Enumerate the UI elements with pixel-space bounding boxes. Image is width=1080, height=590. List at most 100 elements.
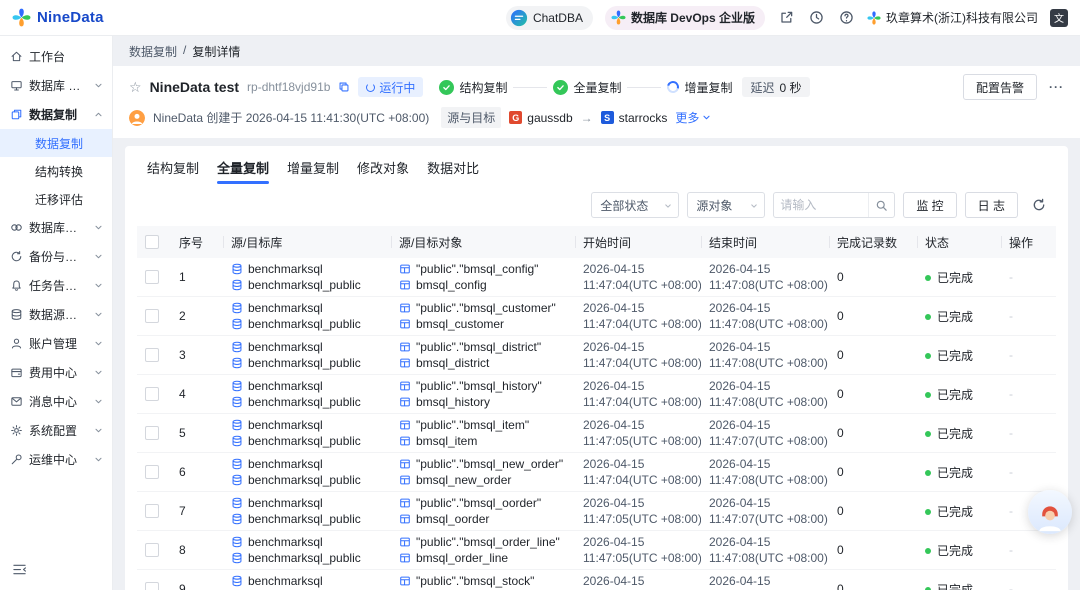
- tab-item[interactable]: 增量复制: [287, 146, 339, 188]
- column-header-records[interactable]: 完成记录数: [829, 226, 917, 258]
- sidebar-item[interactable]: 系统配置: [0, 416, 112, 445]
- row-checkbox[interactable]: [145, 348, 159, 362]
- translate-icon[interactable]: 文: [1050, 9, 1068, 27]
- table-icon: [399, 552, 411, 564]
- task-name: NineData test: [150, 79, 239, 95]
- search-input[interactable]: [774, 198, 868, 212]
- row-action[interactable]: -: [1001, 375, 1056, 414]
- database-icon: [231, 458, 243, 470]
- row-checkbox[interactable]: [145, 387, 159, 401]
- chatdba-button[interactable]: ChatDBA: [506, 6, 593, 30]
- sidebar-item[interactable]: 数据复制: [0, 100, 112, 129]
- sidebar-item[interactable]: 结构转换: [0, 157, 112, 185]
- source-datasource[interactable]: G gaussdb: [509, 111, 572, 125]
- more-actions-button[interactable]: ···: [1049, 80, 1064, 94]
- copy-icon[interactable]: [338, 81, 350, 93]
- tab-item[interactable]: 修改对象: [357, 146, 409, 188]
- breadcrumb-parent[interactable]: 数据复制: [129, 43, 177, 60]
- status-text: 已完成: [937, 310, 973, 324]
- column-header-object[interactable]: 源/目标对象: [391, 226, 575, 258]
- database-icon: [231, 536, 243, 548]
- sidebar-item[interactable]: 运维中心: [0, 445, 112, 474]
- row-checkbox[interactable]: [145, 582, 159, 590]
- row-action[interactable]: -: [1001, 297, 1056, 336]
- refresh-icon[interactable]: [1026, 192, 1052, 218]
- history-icon[interactable]: [807, 9, 825, 27]
- task-id: rp-dhtf18vjd91b: [247, 80, 330, 94]
- configure-alert-button[interactable]: 配置告警: [963, 74, 1037, 100]
- status-dot: [925, 392, 931, 398]
- home-icon: [9, 50, 23, 64]
- log-button[interactable]: 日 志: [965, 192, 1018, 218]
- sidebar-collapse-icon[interactable]: [12, 562, 27, 580]
- favorite-star-icon[interactable]: ☆: [129, 79, 142, 96]
- sidebar-item-label: 工作台: [29, 48, 103, 65]
- creator-avatar: [129, 110, 145, 126]
- chevron-down-icon: [94, 339, 103, 348]
- sidebar-item[interactable]: 账户管理: [0, 329, 112, 358]
- column-header-no[interactable]: 序号: [171, 226, 223, 258]
- row-checkbox[interactable]: [145, 426, 159, 440]
- sidebar-item[interactable]: 消息中心: [0, 387, 112, 416]
- column-header-end[interactable]: 结束时间: [701, 226, 829, 258]
- cell-text: benchmarksql: [248, 261, 323, 277]
- sidebar-item[interactable]: 任务告警管理: [0, 271, 112, 300]
- database-icon: [231, 474, 243, 486]
- object-filter-select[interactable]: 源对象: [687, 192, 765, 218]
- row-action[interactable]: -: [1001, 570, 1056, 590]
- company-menu[interactable]: 玖章算术(浙江)科技有限公司: [867, 9, 1038, 26]
- workspace-badge[interactable]: 数据库 DevOps 企业版: [605, 6, 765, 30]
- breadcrumb-current: 复制详情: [192, 43, 240, 60]
- row-checkbox[interactable]: [145, 465, 159, 479]
- tab-item[interactable]: 结构复制: [147, 146, 199, 188]
- external-link-icon[interactable]: [777, 9, 795, 27]
- sidebar-item[interactable]: 费用中心: [0, 358, 112, 387]
- sidebar-item[interactable]: 工作台: [0, 42, 112, 71]
- cell-text: benchmarksql_public: [248, 550, 361, 566]
- column-header-start[interactable]: 开始时间: [575, 226, 701, 258]
- select-all-checkbox[interactable]: [145, 235, 159, 249]
- start-time-cell: 2026-04-1511:47:04(UTC +08:00): [575, 375, 701, 414]
- db-cell: benchmarksqlbenchmarksql_public: [223, 570, 391, 590]
- chevron-down-icon: [94, 252, 103, 261]
- table-icon: [399, 279, 411, 291]
- status-cell: 已完成: [917, 453, 1001, 492]
- column-header-status[interactable]: 状态: [917, 226, 1001, 258]
- table-icon: [399, 302, 411, 314]
- sidebar-item[interactable]: 备份与恢复: [0, 242, 112, 271]
- target-datasource[interactable]: S starrocks: [601, 111, 668, 125]
- sidebar-item[interactable]: 数据库对比: [0, 213, 112, 242]
- row-action[interactable]: -: [1001, 336, 1056, 375]
- search-icon[interactable]: [868, 193, 894, 217]
- sidebar-item[interactable]: 数据复制: [0, 129, 112, 157]
- more-link[interactable]: 更多: [675, 109, 711, 126]
- column-header-action[interactable]: 操作: [1001, 226, 1056, 258]
- row-checkbox[interactable]: [145, 309, 159, 323]
- row-action[interactable]: -: [1001, 258, 1056, 297]
- sidebar-item[interactable]: 数据库 DevOps: [0, 71, 112, 100]
- sidebar-item[interactable]: 迁移评估: [0, 185, 112, 213]
- database-icon: [231, 302, 243, 314]
- object-cell: "public"."bmsql_stock"bmsql_stock: [391, 570, 575, 590]
- table-icon: [399, 341, 411, 353]
- row-checkbox[interactable]: [145, 504, 159, 518]
- help-icon[interactable]: [837, 9, 855, 27]
- sidebar-item[interactable]: 数据源管理: [0, 300, 112, 329]
- column-header-db[interactable]: 源/目标库: [223, 226, 391, 258]
- support-widget[interactable]: [1028, 490, 1072, 534]
- settings-icon: [9, 424, 23, 438]
- app-logo[interactable]: NineData: [12, 8, 104, 27]
- cell-text: benchmarksql_public: [248, 433, 361, 449]
- sidebar: 工作台数据库 DevOps数据复制数据复制结构转换迁移评估数据库对比备份与恢复任…: [0, 36, 113, 590]
- monitor-button[interactable]: 监 控: [903, 192, 956, 218]
- row-action[interactable]: -: [1001, 453, 1056, 492]
- object-cell: "public"."bmsql_new_order"bmsql_new_orde…: [391, 453, 575, 492]
- row-checkbox[interactable]: [145, 270, 159, 284]
- tab-item[interactable]: 全量复制: [217, 146, 269, 188]
- source-target-label: 源与目标: [441, 107, 501, 128]
- tab-item[interactable]: 数据对比: [427, 146, 479, 188]
- row-action[interactable]: -: [1001, 414, 1056, 453]
- row-action[interactable]: -: [1001, 531, 1056, 570]
- status-filter-select[interactable]: 全部状态: [591, 192, 679, 218]
- row-checkbox[interactable]: [145, 543, 159, 557]
